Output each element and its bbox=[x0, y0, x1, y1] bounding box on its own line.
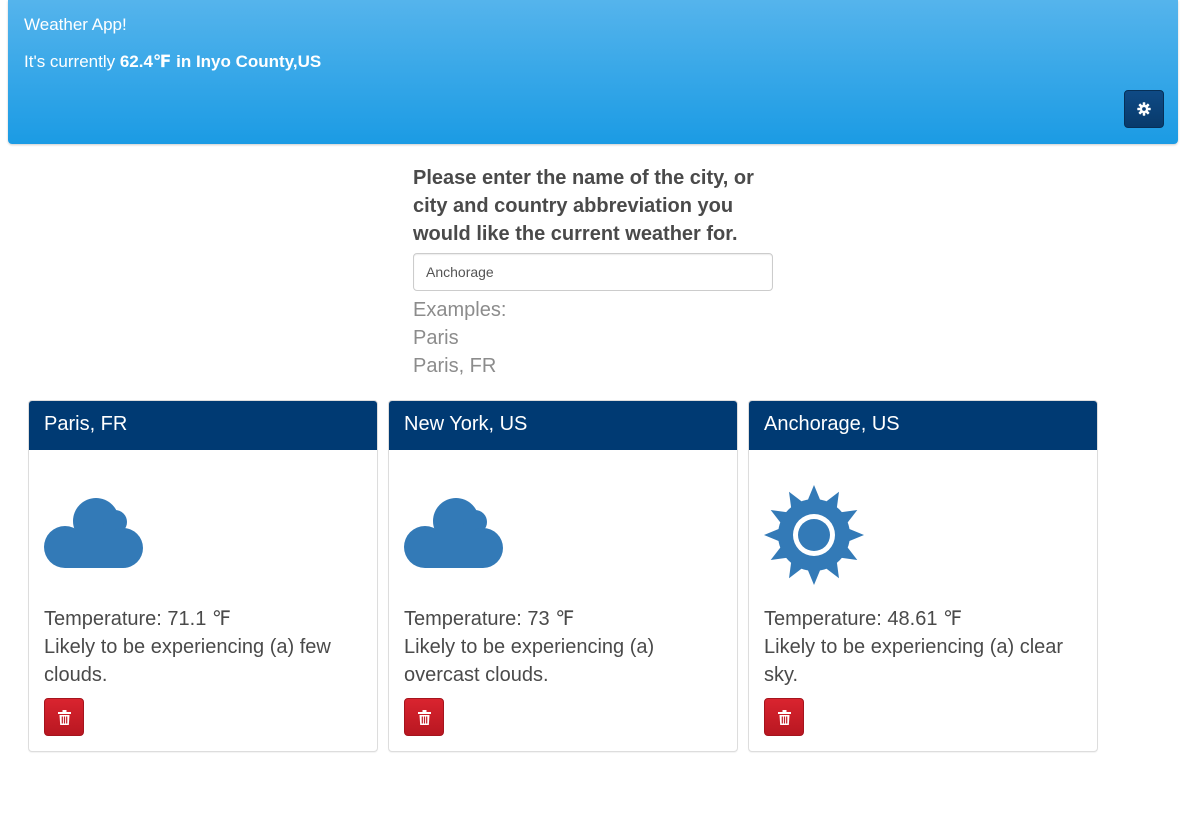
card-description: Likely to be experiencing (a) clear sky. bbox=[764, 636, 1064, 686]
card-description: Likely to be experiencing (a) few clouds… bbox=[44, 636, 331, 686]
current-in: in bbox=[171, 52, 196, 71]
card-city-title: Paris, FR bbox=[29, 401, 377, 450]
search-prompt: Please enter the name of the city, or ci… bbox=[413, 167, 754, 245]
card-temperature: Temperature: 71.1 ℉ bbox=[44, 608, 231, 630]
city-search-input[interactable] bbox=[413, 253, 773, 291]
current-location: Inyo County,US bbox=[195, 52, 322, 71]
trash-icon bbox=[417, 709, 431, 725]
cloud-icon bbox=[44, 498, 143, 568]
gear-icon bbox=[1137, 102, 1151, 116]
card-city-title: New York, US bbox=[389, 401, 737, 450]
card-temperature: Temperature: 48.61 ℉ bbox=[764, 608, 963, 630]
delete-button[interactable] bbox=[404, 698, 444, 736]
current-prefix: It's currently bbox=[24, 52, 120, 71]
app-header: Weather App! It's currently 62.4℉ in Iny… bbox=[8, 0, 1178, 144]
examples-heading: Examples: bbox=[413, 299, 507, 321]
app-title: Weather App! bbox=[24, 15, 127, 34]
cloud-icon bbox=[404, 498, 503, 568]
weather-card: New York, US Temperature: 73 ℉ Likely to… bbox=[388, 400, 738, 752]
delete-button[interactable] bbox=[44, 698, 84, 736]
card-city-title: Anchorage, US bbox=[749, 401, 1097, 450]
delete-button[interactable] bbox=[764, 698, 804, 736]
trash-icon bbox=[57, 709, 71, 725]
example-item: Paris, FR bbox=[413, 355, 497, 377]
examples-block: Examples: Paris Paris, FR bbox=[413, 296, 506, 380]
card-temperature: Temperature: 73 ℉ bbox=[404, 608, 575, 630]
weather-card: Paris, FR Temperature: 71.1 ℉ Likely to … bbox=[28, 400, 378, 752]
settings-button[interactable] bbox=[1124, 90, 1164, 128]
weather-card: Anchorage, US Temperature: 48.61 ℉ Likel… bbox=[748, 400, 1098, 752]
trash-icon bbox=[777, 709, 791, 725]
example-item: Paris bbox=[413, 327, 459, 349]
current-temperature: 62.4℉ bbox=[119, 52, 172, 71]
sun-icon bbox=[764, 485, 864, 585]
card-description: Likely to be experiencing (a) overcast c… bbox=[404, 636, 655, 686]
current-weather-line: It's currently 62.4℉ in Inyo County,US bbox=[24, 52, 321, 72]
